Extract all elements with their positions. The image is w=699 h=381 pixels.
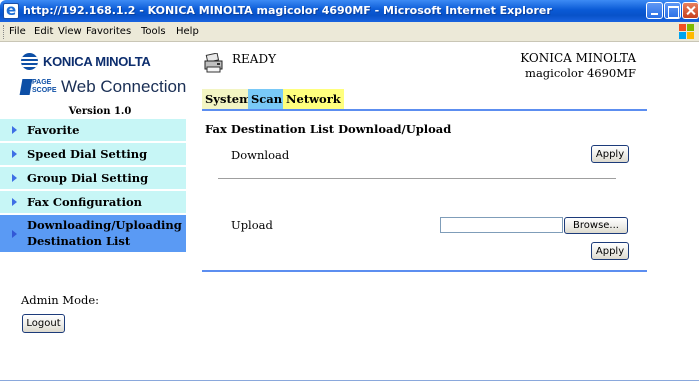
footer-divider xyxy=(202,270,647,272)
pagescope-icon: PAGE SCOPE xyxy=(19,79,57,97)
arrow-right-icon xyxy=(12,150,17,158)
download-label: Download xyxy=(231,148,290,162)
internet-explorer-icon xyxy=(3,1,19,19)
menu-tools[interactable]: Tools xyxy=(141,26,166,37)
nav-item-fax-configuration[interactable]: Fax Configuration xyxy=(0,191,186,213)
minimize-button[interactable] xyxy=(646,2,663,19)
nav-item-label: Speed Dial Setting xyxy=(27,147,148,161)
close-button[interactable] xyxy=(682,2,699,19)
brand-logo-text: KONICA MINOLTA xyxy=(43,54,151,69)
section-divider xyxy=(218,178,616,179)
menu-view[interactable]: View xyxy=(58,26,82,37)
windows-logo-icon xyxy=(679,24,695,40)
maximize-button[interactable] xyxy=(664,2,681,19)
version-label: Version 1.0 xyxy=(68,106,132,117)
upload-apply-button[interactable]: Apply xyxy=(591,242,629,260)
menu-edit[interactable]: Edit xyxy=(34,26,53,37)
window-title: http://192.168.1.2 - KONICA MINOLTA magi… xyxy=(23,4,552,17)
header-divider xyxy=(202,109,647,111)
tab-scan[interactable]: Scan xyxy=(248,89,286,109)
nav-item-downloading-uploading-destination-list[interactable]: Downloading/Uploading Destination List xyxy=(0,215,186,252)
logout-button[interactable]: Logout xyxy=(22,314,65,333)
menu-favorites[interactable]: Favorites xyxy=(86,26,131,37)
device-model: magicolor 4690MF xyxy=(525,66,636,80)
admin-mode-label: Admin Mode: xyxy=(21,293,100,307)
nav-item-group-dial-setting[interactable]: Group Dial Setting xyxy=(0,167,186,189)
nav-item-label: Favorite xyxy=(27,123,80,137)
nav-item-label-line2: Destination List xyxy=(27,234,131,248)
product-name: Web Connection xyxy=(61,77,187,96)
menu-bar: File Edit View Favorites Tools Help xyxy=(0,22,699,42)
upload-file-path-input[interactable] xyxy=(440,217,563,233)
window-titlebar: http://192.168.1.2 - KONICA MINOLTA magi… xyxy=(0,0,699,22)
nav-item-speed-dial-setting[interactable]: Speed Dial Setting xyxy=(0,143,186,165)
upload-label: Upload xyxy=(231,218,273,232)
nav-item-favorite[interactable]: Favorite xyxy=(0,119,186,141)
arrow-right-icon xyxy=(12,230,17,238)
nav-item-label-line1: Downloading/Uploading xyxy=(27,218,182,232)
menu-file[interactable]: File xyxy=(9,26,26,37)
device-brand: KONICA MINOLTA xyxy=(520,51,636,65)
menubar-grip xyxy=(3,25,5,39)
printer-icon xyxy=(204,53,223,73)
konica-minolta-globe-icon xyxy=(21,53,38,70)
arrow-right-icon xyxy=(12,126,17,134)
printer-status: READY xyxy=(232,52,277,66)
arrow-right-icon xyxy=(12,198,17,206)
nav-item-label: Group Dial Setting xyxy=(27,171,149,185)
page-content: KONICA MINOLTA PAGE SCOPE Web Connection… xyxy=(0,43,699,381)
tab-system[interactable]: System xyxy=(202,89,255,109)
download-apply-button[interactable]: Apply xyxy=(591,145,629,163)
nav-item-label: Fax Configuration xyxy=(27,195,143,209)
browse-button[interactable]: Browse... xyxy=(564,217,628,234)
menu-help[interactable]: Help xyxy=(176,26,199,37)
tab-network[interactable]: Network xyxy=(283,89,344,109)
section-title: Fax Destination List Download/Upload xyxy=(205,122,452,136)
arrow-right-icon xyxy=(12,174,17,182)
